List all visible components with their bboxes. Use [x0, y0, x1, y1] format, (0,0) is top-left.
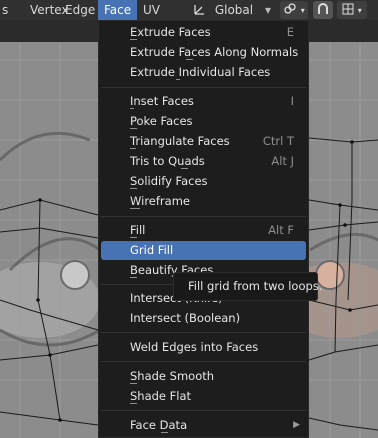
viewport-header: s Vertex Edge Face UV Global ▾ ▾ ▾: [0, 0, 378, 20]
mnemonic-underline: [130, 208, 140, 209]
mnemonic-underline: [161, 432, 168, 433]
mnemonic-underline: [130, 237, 137, 238]
snap-toggle[interactable]: ▾: [280, 1, 308, 19]
menu-item-label: Inset Faces: [130, 94, 194, 108]
mnemonic-underline: [130, 108, 134, 109]
menu-item-triangulate-faces[interactable]: Triangulate Faces Ctrl T: [101, 132, 306, 151]
menu-separator: [101, 87, 306, 88]
menu-item-shortcut: I: [290, 94, 294, 108]
menu-item-poke-faces[interactable]: Poke Faces: [101, 112, 306, 131]
menu-item-label: Extrude Individual Faces: [130, 65, 271, 79]
menu-face[interactable]: Face: [98, 0, 138, 20]
mnemonic-underline: [130, 188, 137, 189]
menu-item-label: Shade Flat: [130, 389, 192, 403]
mnemonic-underline: [186, 59, 193, 60]
link-icon: [283, 3, 301, 16]
menu-item-weld-edges-into-faces[interactable]: Weld Edges into Faces: [101, 338, 306, 357]
menu-item-label: Shade Smooth: [130, 369, 215, 383]
chevron-down-icon: ▾: [264, 3, 271, 17]
menu-item-label: Extrude Faces: [130, 25, 211, 39]
menu-item-tris-to-quads[interactable]: Tris to Quads Alt J: [101, 152, 306, 171]
menu-item-shortcut: Alt F: [268, 223, 294, 237]
transform-orientation-label: Global: [214, 3, 254, 17]
menu-separator: [101, 410, 306, 411]
menu-item-label: Poke Faces: [130, 114, 193, 128]
magnet-icon: [316, 3, 330, 16]
grid-icon: [342, 3, 358, 16]
mnemonic-underline: [181, 168, 188, 169]
mnemonic-underline: [130, 383, 137, 384]
mnemonic-underline: [130, 128, 137, 129]
menu-item-label: Grid Fill: [130, 243, 174, 257]
menu-edge[interactable]: Edge: [59, 0, 101, 20]
tooltip-text: Fill grid from two loops.: [188, 279, 323, 293]
menu-item-wireframe[interactable]: Wireframe: [101, 192, 306, 211]
menu-item-grid-fill[interactable]: Grid Fill: [101, 241, 306, 260]
mnemonic-underline: [130, 39, 137, 40]
menu-item-solidify-faces[interactable]: Solidify Faces: [101, 172, 306, 191]
menu-item-extrude-faces-along-normals[interactable]: Extrude Faces Along Normals: [101, 43, 306, 62]
header-partial-item: s: [2, 3, 9, 17]
menu-item-label: Triangulate Faces: [130, 134, 230, 148]
menu-uv[interactable]: UV: [137, 0, 166, 20]
mnemonic-underline: [130, 148, 136, 149]
menu-item-label: Intersect (Boolean): [130, 311, 241, 325]
menu-item-face-data[interactable]: Face Data ▶: [101, 416, 306, 435]
mnemonic-underline: [130, 403, 137, 404]
submenu-arrow-icon: ▶: [293, 420, 300, 430]
menu-item-extrude-faces[interactable]: Extrude Faces E: [101, 23, 306, 42]
menu-separator: [101, 361, 306, 362]
menu-item-shortcut: Ctrl T: [262, 134, 294, 148]
mnemonic-underline: [176, 79, 180, 80]
menu-item-label: Solidify Faces: [130, 174, 208, 188]
menu-item-shade-flat[interactable]: Shade Flat: [101, 387, 306, 406]
chevron-down-icon: ▾: [300, 6, 305, 15]
face-menu: Extrude Faces E Extrude Faces Along Norm…: [98, 20, 309, 438]
menu-item-inset-faces[interactable]: Inset Faces I: [101, 92, 306, 111]
proportional-editing-toggle[interactable]: [313, 1, 333, 19]
transform-orientation-dropdown[interactable]: Global ▾: [193, 0, 271, 20]
chevron-down-icon: ▾: [357, 6, 362, 15]
menu-item-shortcut: E: [286, 25, 294, 39]
menu-item-fill[interactable]: Fill Alt F: [101, 221, 306, 240]
menu-item-intersect-boolean[interactable]: Intersect (Boolean): [101, 309, 306, 328]
menu-item-label: Weld Edges into Faces: [130, 340, 259, 354]
tooltip: Fill grid from two loops.: [173, 272, 322, 301]
menu-item-label: Face Data: [130, 418, 188, 432]
menu-item-extrude-individual-faces[interactable]: Extrude Individual Faces: [101, 63, 306, 82]
menu-item-label: Tris to Quads: [130, 154, 205, 168]
mnemonic-underline: [130, 277, 137, 278]
menu-item-shortcut: Alt J: [271, 154, 294, 168]
menu-item-label: Extrude Faces Along Normals: [130, 45, 299, 59]
menu-separator: [101, 332, 306, 333]
menu-item-shade-smooth[interactable]: Shade Smooth: [101, 367, 306, 386]
transform-orientation-icon: [193, 0, 207, 20]
menu-separator: [101, 216, 306, 217]
snap-grid-dropdown[interactable]: ▾: [337, 1, 367, 19]
